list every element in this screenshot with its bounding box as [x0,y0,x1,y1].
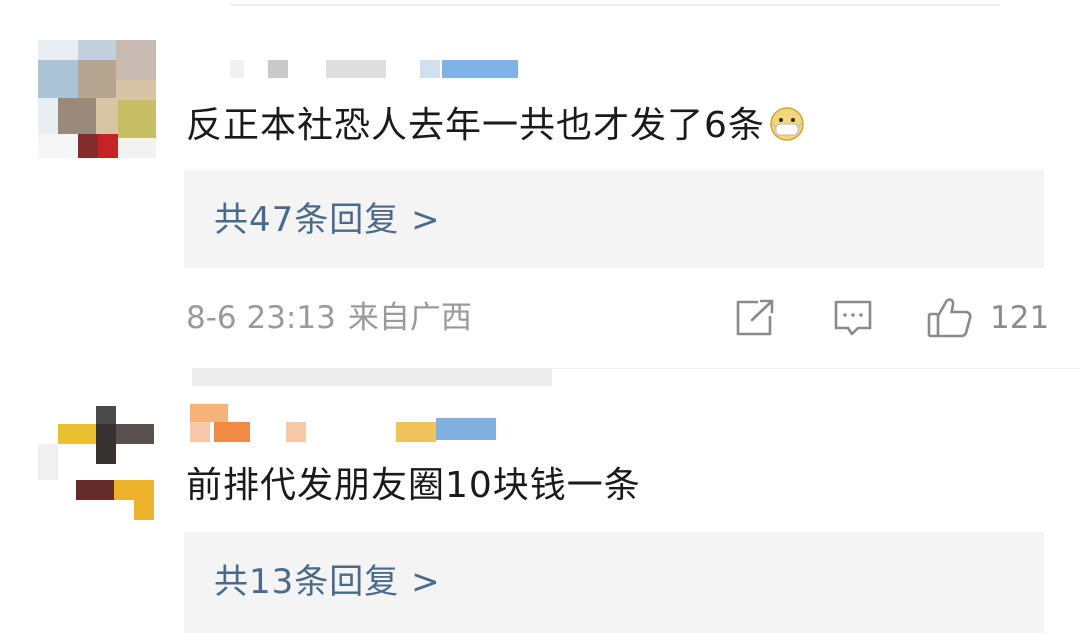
share-button[interactable] [734,296,776,340]
comment-meta: 8-6 23:13 来自广西 [186,298,472,338]
reply-summary-box[interactable]: 共13条回复 > [184,532,1044,633]
reply-summary-box[interactable]: 共47条回复 > [184,170,1044,268]
comment-text: 前排代发朋友圈10块钱一条 [186,464,641,508]
view-replies-link[interactable]: 共13条回复 > [214,562,441,602]
thumbs-up-icon [927,298,972,338]
mask-face-emoji [770,107,804,141]
divider [230,4,1000,6]
location: 来自广西 [347,300,472,336]
comment-body: 反正本社恐人去年一共也才发了6条 [186,105,765,146]
avatar[interactable] [38,40,156,158]
comment-button[interactable] [832,296,874,340]
share-icon [736,299,774,336]
comment-text: 反正本社恐人去年一共也才发了6条 [186,104,805,148]
comment-divider [192,368,552,386]
like-button[interactable] [926,296,974,340]
comment-icon [834,300,872,336]
comment-divider-line [552,368,1080,369]
avatar[interactable] [38,404,156,522]
username-blurred[interactable] [190,404,510,444]
comment-list: 反正本社恐人去年一共也才发了6条 共47条回复 > 8-6 23:13 来自广西 [0,0,1080,633]
timestamp: 8-6 23:13 [186,300,336,336]
like-count: 121 [990,300,1050,336]
username-blurred[interactable] [230,60,530,80]
comment-body: 前排代发朋友圈10块钱一条 [186,465,641,506]
view-replies-link[interactable]: 共47条回复 > [214,200,441,240]
